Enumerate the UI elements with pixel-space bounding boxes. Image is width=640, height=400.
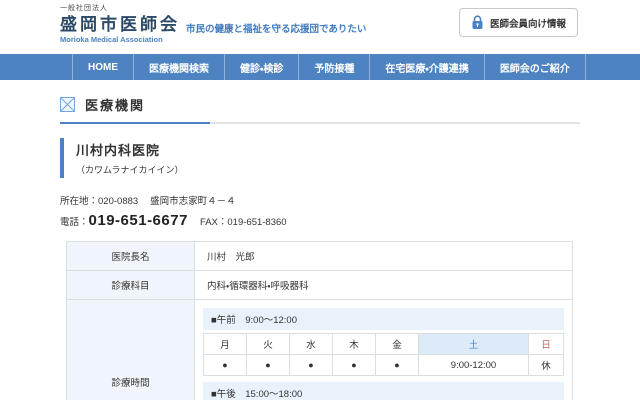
fax-number: 019-651-8360	[227, 217, 286, 228]
member-info-button-label: 医師会員向け情報	[490, 16, 566, 30]
nav-item-2[interactable]: 健診・検診	[224, 54, 298, 80]
address-line: 所在地：020-0883 盛岡市志家町４－４	[60, 193, 580, 207]
schedule-cell: 9:00-12:00	[419, 355, 529, 376]
nav-list: HOME医療機関検索健診・検診予防接種在宅医療・介護連携医師会のご紹介	[72, 54, 640, 80]
clinic-info-table: 医院長名川村 光郎診療科目内科・循環器科・呼吸器科診療時間 ■午前 9:00～12…	[66, 241, 573, 400]
schedule-value-row: ●●●●●9:00-12:00休	[204, 355, 564, 376]
postal-code: 020-0883	[98, 196, 138, 207]
site-tagline: 市民の健康と福祉を守る応援団でありたい	[186, 21, 366, 35]
org-type: 一般社団法人	[60, 5, 180, 14]
page-title: 医療機関	[85, 95, 145, 114]
section-header: 医療機関	[60, 95, 580, 114]
schedule-cell: ●	[290, 355, 333, 376]
clinic-name: 川村内科医院	[76, 140, 580, 159]
schedule-cell: ●	[333, 355, 376, 376]
site-header: 一般社団法人 盛岡市医師会 Morioka Medical Associatio…	[0, 0, 640, 54]
clinic-name-block: 川村内科医院 （カワムラナイカイイン）	[60, 138, 580, 178]
day-header: 金	[376, 334, 419, 355]
main-content: 医療機関 川村内科医院 （カワムラナイカイイン） 所在地：020-0883 盛岡市…	[0, 95, 640, 400]
address-value: 盛岡市志家町４－４	[150, 196, 236, 207]
image-placeholder-icon	[60, 97, 75, 112]
row-label: 医院長名	[67, 242, 195, 271]
schedule-cell: ●	[204, 355, 247, 376]
fax-label: FAX：	[200, 214, 227, 228]
row-label: 診療科目	[67, 271, 195, 300]
day-header: 日	[529, 334, 564, 355]
main-nav: HOME医療機関検索健診・検診予防接種在宅医療・介護連携医師会のご紹介	[0, 54, 640, 80]
schedule-cell: 休	[529, 355, 564, 376]
tel-number: 019-651-6677	[89, 212, 188, 229]
lock-icon	[471, 15, 484, 30]
nav-item-5[interactable]: 医師会のご紹介	[484, 54, 586, 80]
table-row: 診療科目内科・循環器科・呼吸器科	[67, 271, 573, 300]
schedule-cell: ●	[376, 355, 419, 376]
day-header: 月	[204, 334, 247, 355]
nav-item-1[interactable]: 医療機関検索	[133, 54, 224, 80]
nav-item-4[interactable]: 在宅医療・介護連携	[369, 54, 483, 80]
title-divider	[60, 122, 580, 124]
address-label: 所在地：	[60, 196, 98, 207]
session-label: ■午後 15:00～18:00	[203, 382, 564, 400]
member-info-button[interactable]: 医師会員向け情報	[459, 8, 578, 37]
phone-line: 電話：019-651-6677 FAX：019-651-8360	[60, 212, 580, 229]
org-name-english: Morioka Medical Association	[60, 35, 180, 44]
schedule-day-header-row: 月火水木金土日	[204, 334, 564, 355]
nav-item-0[interactable]: HOME	[72, 54, 133, 80]
schedule-cell: ●	[247, 355, 290, 376]
session-label: ■午前 9:00～12:00	[203, 308, 564, 330]
nav-item-3[interactable]: 予防接種	[298, 54, 369, 80]
hours-label: 診療時間	[67, 300, 195, 400]
tel-label: 電話：	[60, 214, 89, 228]
day-header: 木	[333, 334, 376, 355]
site-logo[interactable]: 一般社団法人 盛岡市医師会 Morioka Medical Associatio…	[60, 5, 180, 44]
schedule-table: 月火水木金土日●●●●●9:00-12:00休	[203, 333, 564, 376]
day-header: 水	[290, 334, 333, 355]
clinic-name-kana: （カワムラナイカイイン）	[76, 163, 580, 176]
row-value: 川村 光郎	[195, 242, 573, 271]
table-row: 医院長名川村 光郎	[67, 242, 573, 271]
row-value: 内科・循環器科・呼吸器科	[195, 271, 573, 300]
day-header: 火	[247, 334, 290, 355]
day-header: 土	[419, 334, 529, 355]
table-row-hours: 診療時間■午前 9:00～12:00月火水木金土日●●●●●9:00-12:00…	[67, 300, 573, 400]
hours-value: ■午前 9:00～12:00月火水木金土日●●●●●9:00-12:00休■午後…	[195, 300, 573, 400]
org-name: 盛岡市医師会	[60, 14, 180, 35]
